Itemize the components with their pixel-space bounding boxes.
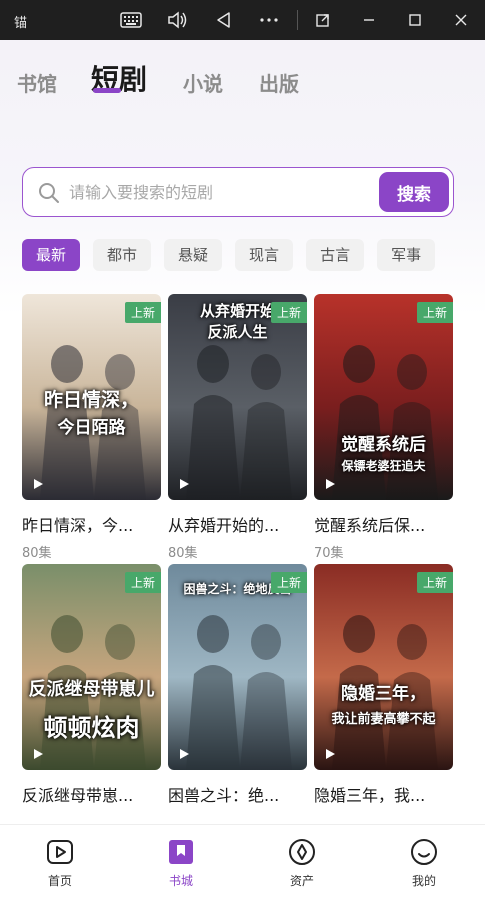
- minimize-icon[interactable]: [356, 8, 382, 32]
- new-badge: 上新: [416, 302, 453, 323]
- play-icon: [34, 479, 43, 489]
- play-icon: [326, 479, 335, 489]
- chip-modern-romance[interactable]: 现言: [235, 239, 294, 271]
- drama-card[interactable]: 觉醒系统后保镖老婆狂追夫 上新觉醒系统后保... 70集: [314, 294, 453, 561]
- drama-title[interactable]: 反派继母带崽...: [22, 782, 161, 806]
- drama-title[interactable]: 昨日情深，今...: [22, 512, 161, 536]
- chip-latest[interactable]: 最新: [22, 239, 81, 271]
- drama-card[interactable]: 昨日情深， 今日陌路 上新昨日情深，今... 80集: [22, 294, 161, 561]
- new-badge: 上新: [124, 302, 161, 323]
- smile-icon: [411, 839, 437, 865]
- drama-card[interactable]: 困兽之斗：绝地反击 上新困兽之斗：绝...: [168, 564, 307, 812]
- drama-card[interactable]: 反派继母带崽儿顿顿炫肉 上新反派继母带崽...: [22, 564, 161, 812]
- nav-bookstore-label: 书城: [168, 874, 193, 888]
- poster-title-text: 今日陌路: [57, 418, 126, 439]
- search-button[interactable]: 搜索: [379, 172, 449, 212]
- window-title: 锚: [14, 16, 28, 31]
- drama-poster[interactable]: 觉醒系统后保镖老婆狂追夫 上新: [314, 294, 453, 500]
- back-icon[interactable]: [210, 8, 236, 32]
- poster-title-text: 顿顿炫肉: [43, 714, 140, 743]
- tab-publishing[interactable]: 出版: [259, 68, 299, 97]
- window-titlebar: 锚: [0, 0, 485, 40]
- tab-library[interactable]: 书馆: [17, 68, 57, 97]
- bookmark-icon: [169, 840, 193, 864]
- play-square-icon: [47, 840, 73, 864]
- nav-home[interactable]: 首页: [30, 837, 90, 889]
- nav-profile-label: 我的: [411, 874, 436, 888]
- titlebar-divider: [297, 10, 298, 30]
- drama-title[interactable]: 隐婚三年，我...: [314, 782, 453, 806]
- active-tab-indicator: [93, 88, 121, 93]
- poster-title-text: 反派人生: [207, 322, 268, 341]
- drama-poster[interactable]: 隐婚三年， 我让前妻高攀不起 上新: [314, 564, 453, 770]
- drama-poster[interactable]: 反派继母带崽儿顿顿炫肉 上新: [22, 564, 161, 770]
- drama-card[interactable]: 隐婚三年， 我让前妻高攀不起 上新隐婚三年，我...: [314, 564, 453, 812]
- episode-count: 70集: [314, 546, 344, 561]
- drama-title[interactable]: 从弃婚开始的...: [168, 512, 307, 536]
- search-bar: 搜索: [22, 167, 454, 217]
- new-badge: 上新: [270, 572, 307, 593]
- nav-assets-label: 资产: [289, 874, 314, 888]
- poster-title-text: 反派继母带崽儿: [28, 679, 155, 701]
- play-icon: [326, 749, 335, 759]
- drama-title[interactable]: 觉醒系统后保...: [314, 512, 453, 536]
- play-icon: [34, 749, 43, 759]
- drama-poster[interactable]: 从弃婚开始 反派人生 上新: [168, 294, 307, 500]
- new-badge: 上新: [416, 572, 453, 593]
- drama-title[interactable]: 困兽之斗：绝...: [168, 782, 307, 806]
- search-icon: [39, 183, 59, 203]
- poster-title-text: 我让前妻高攀不起: [331, 712, 436, 728]
- drama-card[interactable]: 从弃婚开始 反派人生 上新从弃婚开始的... 80集: [168, 294, 307, 561]
- tab-novel[interactable]: 小说: [183, 68, 223, 97]
- nav-bookstore[interactable]: 书城: [151, 837, 211, 889]
- chip-suspense[interactable]: 悬疑: [164, 239, 223, 271]
- bottom-nav: 首页 书城 资产 我的: [0, 824, 485, 903]
- drama-poster[interactable]: 困兽之斗：绝地反击 上新: [168, 564, 307, 770]
- play-icon: [180, 749, 189, 759]
- maximize-icon[interactable]: [402, 8, 428, 32]
- episode-count: 80集: [22, 546, 52, 561]
- play-icon: [180, 479, 189, 489]
- poster-title-text: 保镖老婆狂追夫: [341, 458, 426, 473]
- nav-home-label: 首页: [47, 874, 72, 888]
- poster-title-text: 觉醒系统后: [341, 434, 426, 455]
- keyboard-icon[interactable]: [118, 8, 144, 32]
- search-input[interactable]: [69, 176, 369, 208]
- chip-urban[interactable]: 都市: [93, 239, 152, 271]
- volume-icon[interactable]: [164, 8, 190, 32]
- compass-icon: [289, 839, 315, 865]
- new-badge: 上新: [124, 572, 161, 593]
- chip-ancient-romance[interactable]: 古言: [306, 239, 365, 271]
- episode-count: 80集: [168, 546, 198, 561]
- new-badge: 上新: [270, 302, 307, 323]
- close-icon[interactable]: [448, 8, 474, 32]
- more-icon[interactable]: [256, 8, 282, 32]
- poster-title-text: 昨日情深，: [43, 388, 139, 411]
- chip-military[interactable]: 军事: [377, 239, 436, 271]
- drama-poster[interactable]: 昨日情深， 今日陌路 上新: [22, 294, 161, 500]
- category-chips: 最新 都市 悬疑 现言 古言 军事: [22, 239, 454, 271]
- nav-profile[interactable]: 我的: [394, 837, 454, 889]
- nav-assets[interactable]: 资产: [272, 837, 332, 889]
- poster-title-text: 隐婚三年，: [341, 684, 426, 705]
- popout-icon[interactable]: [310, 8, 336, 32]
